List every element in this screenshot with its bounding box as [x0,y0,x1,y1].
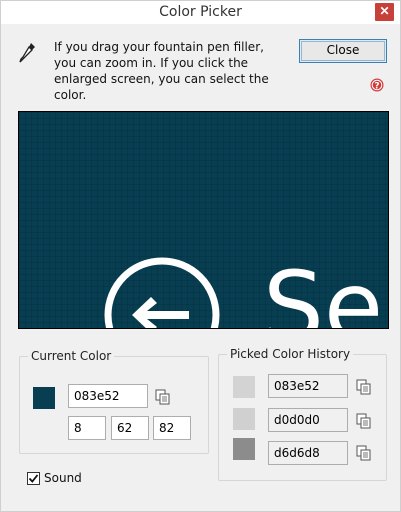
window-title: Color Picker [159,4,242,20]
back-arrow-icon [132,297,189,328]
copy-icon[interactable] [356,379,372,395]
history-swatch[interactable] [233,376,255,398]
current-color-swatch [33,387,55,409]
copy-icon[interactable] [356,413,372,429]
title-bar: Color Picker ✕ [1,1,400,24]
sound-checkbox[interactable] [27,472,40,485]
history-swatch[interactable] [233,408,255,430]
sound-label: Sound [44,471,82,485]
close-button[interactable]: Close [299,39,387,63]
eyedropper-icon[interactable] [19,42,37,64]
zoomed-content: Sel [104,251,389,329]
current-hex-field[interactable]: 083e52 [68,384,148,408]
current-color-label: Current Color [28,349,115,363]
copy-icon[interactable] [155,389,171,405]
history-swatch[interactable] [233,438,255,460]
instruction-text: If you drag your fountain pen filler, yo… [54,40,269,102]
help-icon[interactable]: ? [370,78,384,92]
green-value-field[interactable]: 62 [111,416,149,440]
color-picker-window: Color Picker ✕ If you drag your fountain… [0,0,401,512]
history-label: Picked Color History [227,347,354,361]
zoomed-text: Sel [263,251,389,329]
title-close-button[interactable]: ✕ [375,3,394,21]
close-icon: ✕ [379,4,390,18]
history-hex-field[interactable]: 083e52 [268,374,348,398]
history-hex-field[interactable]: d6d6d8 [268,441,348,465]
blue-value-field[interactable]: 82 [153,416,191,440]
copy-icon[interactable] [356,445,372,461]
svg-text:?: ? [374,82,379,92]
history-hex-field[interactable]: d0d0d0 [268,408,348,432]
zoom-preview[interactable]: Sel [18,111,389,329]
red-value-field[interactable]: 8 [68,416,106,440]
checkmark-icon [28,474,39,483]
